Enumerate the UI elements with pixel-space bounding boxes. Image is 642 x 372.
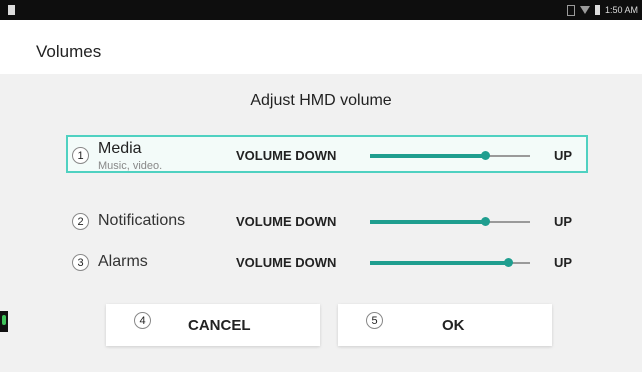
row-label: Media [98, 140, 142, 157]
voice-input-indicator[interactable] [0, 311, 8, 332]
wifi-icon [579, 6, 590, 14]
volume-down-button[interactable]: VOLUME DOWN [236, 214, 336, 229]
notification-icon [8, 5, 15, 15]
cancel-button-label: CANCEL [188, 317, 251, 334]
row-label: Alarms [98, 253, 148, 270]
voice-number-badge: 4 [134, 312, 151, 329]
volume-dialog: Adjust HMD volume 1 Media Music, video. … [0, 74, 642, 372]
volume-row-alarms[interactable]: 3 Alarms VOLUME DOWN UP [66, 242, 588, 280]
slider-fill [370, 154, 486, 158]
volume-row-notifications[interactable]: 2 Notifications VOLUME DOWN UP [66, 201, 588, 239]
volume-up-button[interactable]: UP [554, 148, 572, 163]
voice-number-badge: 3 [72, 254, 89, 271]
status-time: 1:50 AM [604, 5, 638, 15]
voice-number-badge: 5 [366, 312, 383, 329]
slider-fill [370, 220, 486, 224]
slider-fill [370, 261, 508, 265]
volume-up-button[interactable]: UP [554, 214, 572, 229]
dialog-title: Adjust HMD volume [250, 92, 392, 109]
row-label: Notifications [98, 212, 186, 229]
voice-number-badge: 1 [72, 147, 89, 164]
volume-down-button[interactable]: VOLUME DOWN [236, 148, 336, 163]
volume-up-button[interactable]: UP [554, 255, 572, 270]
ok-button[interactable]: 5 OK [338, 304, 552, 346]
sim-icon [566, 4, 575, 16]
slider-thumb[interactable] [481, 217, 491, 226]
slider-thumb[interactable] [503, 258, 513, 267]
slider-thumb[interactable] [481, 151, 491, 160]
mic-icon [2, 315, 6, 325]
volume-down-button[interactable]: VOLUME DOWN [236, 255, 336, 270]
status-icons: 1:50 AM [566, 3, 638, 17]
volume-slider[interactable] [370, 217, 530, 226]
row-subtitle: Music, video. [98, 160, 163, 172]
page-title: Volumes [36, 42, 102, 61]
status-bar: 1:50 AM [0, 0, 642, 20]
cancel-button[interactable]: 4 CANCEL [106, 304, 320, 346]
battery-icon [594, 5, 600, 15]
voice-number-badge: 2 [72, 213, 89, 230]
ok-button-label: OK [442, 317, 465, 334]
volume-row-media[interactable]: 1 Media Music, video. VOLUME DOWN UP [66, 135, 588, 173]
header: Volumes [0, 20, 642, 74]
volume-slider[interactable] [370, 258, 530, 267]
volume-slider[interactable] [370, 151, 530, 160]
